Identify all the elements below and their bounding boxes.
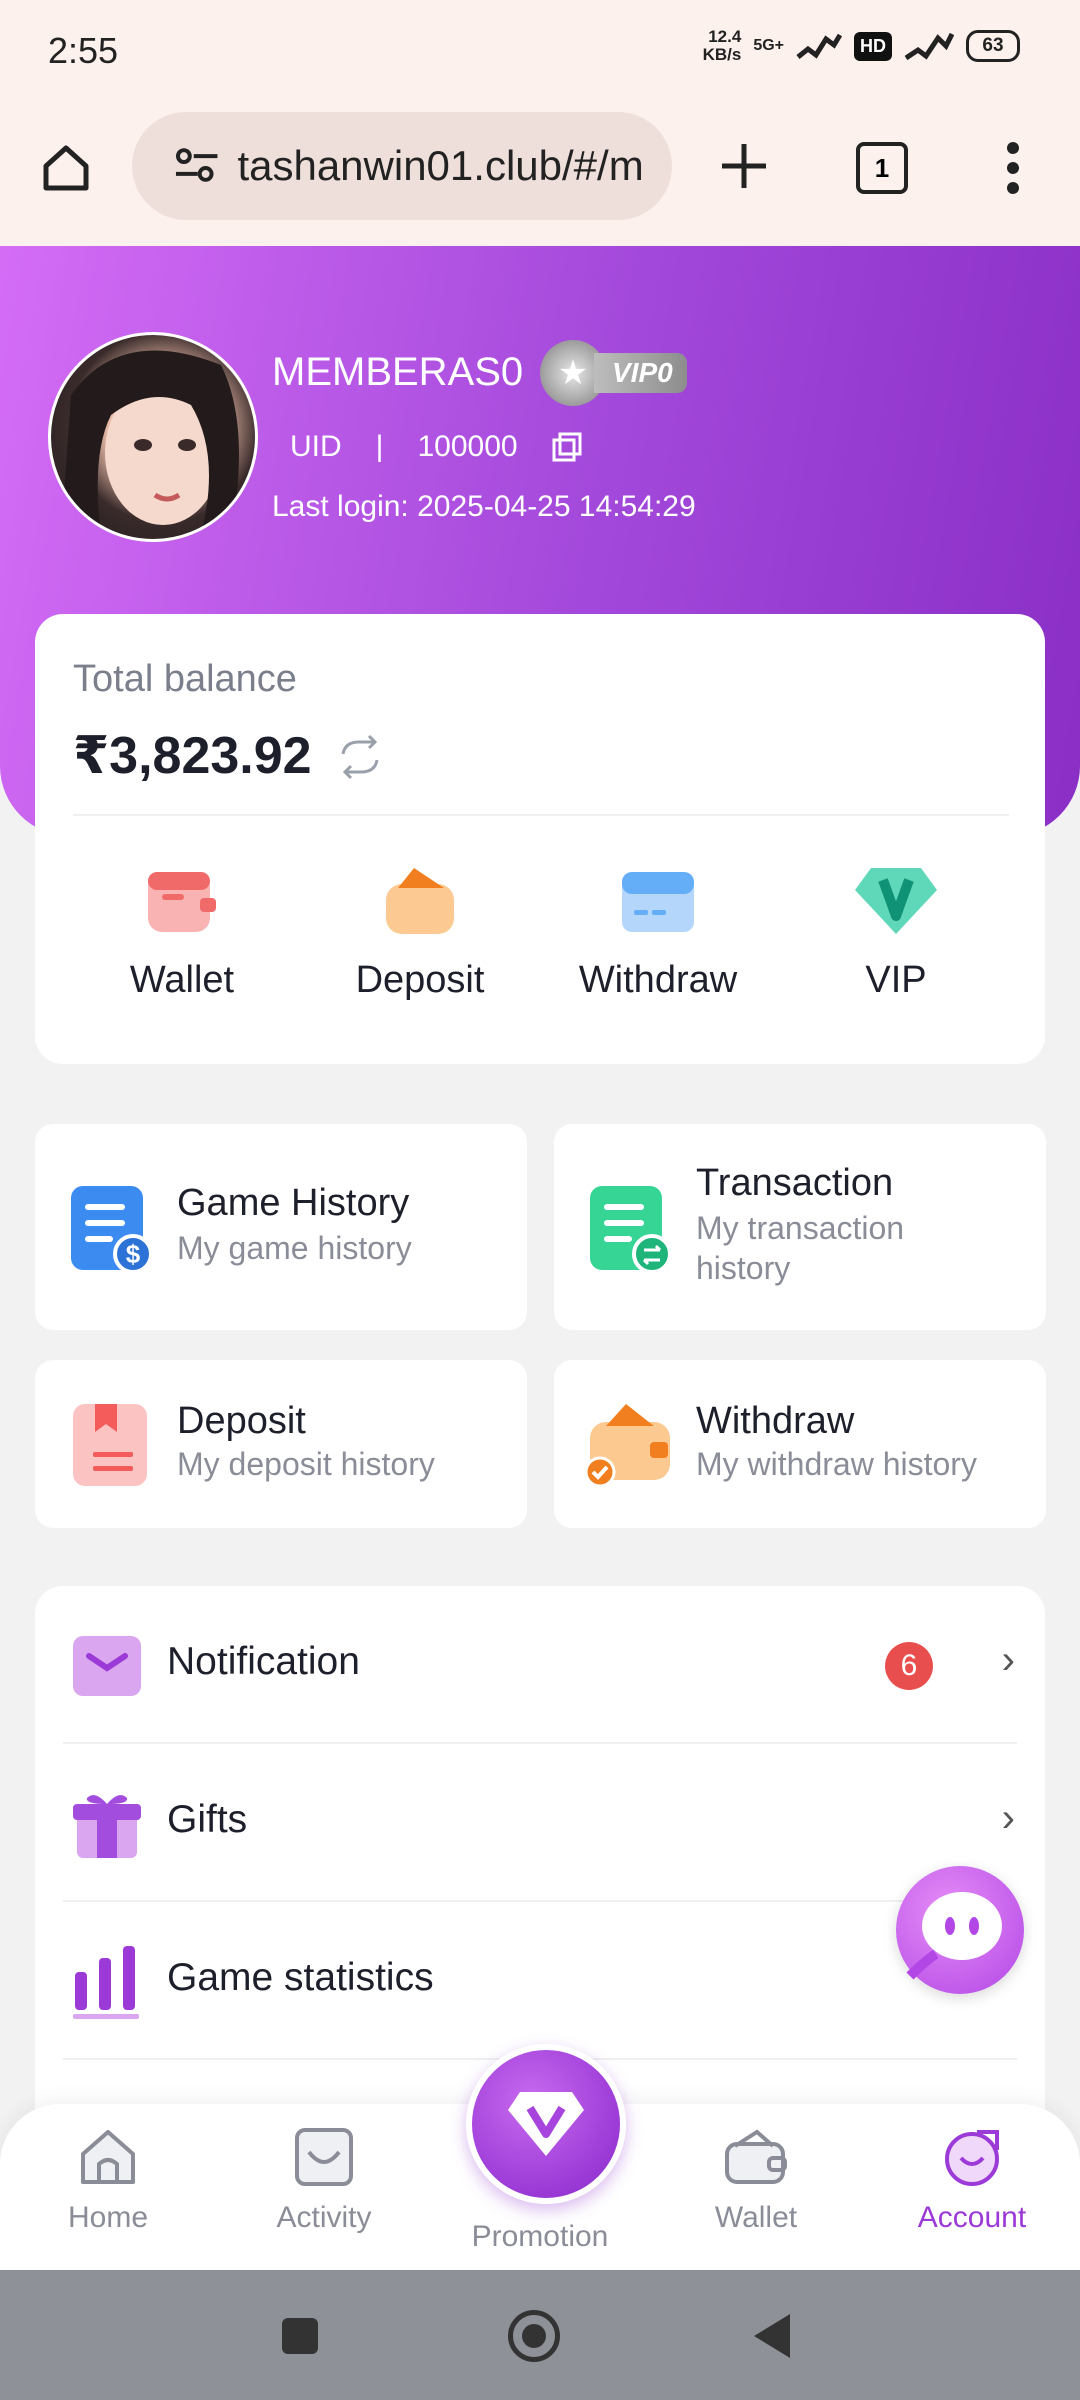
network-type: 5G+ — [753, 37, 784, 54]
game-history-card[interactable]: $ Game History My game history — [35, 1124, 527, 1330]
nav-activity[interactable]: Activity — [224, 2126, 424, 2235]
nav-account[interactable]: Account — [872, 2126, 1072, 2235]
notification-badge: 6 — [885, 1642, 933, 1690]
nav-wallet-label: Wallet — [714, 2201, 798, 2234]
back-icon[interactable] — [752, 2312, 792, 2360]
withdraw-history-icon — [584, 1404, 670, 1488]
support-chat-button[interactable] — [896, 1866, 1024, 1994]
chevron-right-icon: › — [1001, 1638, 1015, 1682]
deposit-icon — [386, 868, 454, 934]
wallet-action[interactable]: Wallet — [82, 864, 282, 1002]
transaction-subtitle: My transaction history — [696, 1210, 905, 1286]
balance-amount: ₹3,823.92 — [73, 727, 312, 785]
activity-icon — [295, 2128, 353, 2186]
nav-activity-label: Activity — [276, 2201, 372, 2234]
wallet-action-label: Wallet — [129, 959, 235, 1001]
uid-separator: | — [375, 430, 384, 463]
signal-icon — [796, 33, 842, 59]
tabs-icon[interactable]: 1 — [856, 142, 908, 194]
chat-icon — [906, 1892, 1002, 1980]
game-history-title: Game History — [177, 1182, 410, 1224]
bar-chart-icon — [73, 1946, 139, 2019]
withdraw-history-card[interactable]: Withdraw My withdraw history — [554, 1360, 1046, 1528]
wallet-icon — [725, 2129, 787, 2184]
nav-home-label: Home — [67, 2201, 149, 2234]
network-speed: 12.4 KB/s — [702, 27, 742, 64]
more-icon[interactable] — [1000, 140, 1026, 196]
vip-icon — [855, 868, 937, 934]
uid-row: UID | 100000 — [290, 430, 582, 464]
refresh-icon[interactable] — [335, 732, 385, 782]
menu-item-gifts[interactable]: Gifts › — [35, 1744, 1045, 1902]
plus-icon[interactable] — [718, 140, 770, 192]
battery-icon: 63 — [966, 30, 1020, 62]
home-icon[interactable] — [38, 140, 94, 196]
account-icon — [945, 2130, 999, 2186]
notification-label: Notification — [167, 1640, 360, 1683]
nav-account-label: Account — [917, 2201, 1027, 2234]
username: MEMBERAS0 — [272, 350, 524, 394]
withdraw-action-label: Withdraw — [578, 959, 738, 1001]
url-text[interactable]: tashanwin01.club/#/m — [237, 142, 672, 190]
deposit-history-card[interactable]: Deposit My deposit history — [35, 1360, 527, 1528]
vip-action[interactable]: VIP — [796, 864, 996, 1002]
signal-bars-icon — [904, 32, 954, 61]
deposit-action-label: Deposit — [355, 959, 485, 1001]
uid-value: 100000 — [417, 430, 518, 463]
nav-home[interactable]: Home — [8, 2126, 208, 2235]
status-bar: 2:55 12.4 KB/s 5G+ HD 63 — [0, 0, 1080, 100]
status-indicators: 12.4 KB/s 5G+ HD 63 — [703, 28, 1020, 64]
avatar[interactable] — [48, 332, 258, 542]
divider — [73, 814, 1009, 816]
game-history-subtitle: My game history — [177, 1230, 412, 1266]
uid-label: UID — [290, 430, 342, 463]
transaction-icon — [590, 1186, 672, 1274]
withdraw-icon — [622, 872, 694, 932]
vip-action-label: VIP — [865, 959, 927, 1001]
deposit-history-subtitle: My deposit history — [177, 1446, 435, 1482]
gift-icon — [73, 1795, 141, 1858]
nav-promotion[interactable]: Promotion — [440, 2212, 640, 2254]
withdraw-history-subtitle: My withdraw history — [696, 1446, 977, 1482]
nav-wallet[interactable]: Wallet — [656, 2126, 856, 2235]
system-navigation-bar — [0, 2270, 1080, 2400]
balance-label: Total balance — [73, 658, 297, 700]
transaction-card[interactable]: Transaction My transaction history — [554, 1124, 1046, 1330]
menu-item-game-statistics[interactable]: Game statistics — [35, 1902, 1045, 2060]
withdraw-action[interactable]: Withdraw — [558, 864, 758, 1002]
last-login: Last login: 2025-04-25 14:54:29 — [272, 490, 696, 523]
home-circle-icon[interactable] — [508, 2310, 560, 2362]
vip-level: VIP0 — [594, 353, 687, 393]
address-bar[interactable]: tashanwin01.club/#/m — [132, 112, 672, 220]
promotion-button[interactable] — [466, 2044, 626, 2204]
hd-icon: HD — [854, 31, 892, 61]
nav-promotion-label: Promotion — [471, 2220, 609, 2253]
deposit-history-icon — [73, 1404, 147, 1486]
site-settings-icon[interactable] — [174, 146, 219, 186]
gifts-label: Gifts — [167, 1798, 248, 1841]
withdraw-history-title: Withdraw — [696, 1400, 855, 1442]
game-statistics-label: Game statistics — [167, 1956, 434, 1999]
deposit-history-title: Deposit — [177, 1400, 306, 1442]
diamond-icon — [508, 2092, 584, 2156]
menu-item-notification[interactable]: Notification 6 › — [35, 1586, 1045, 1744]
recents-icon[interactable] — [282, 2318, 318, 2354]
copy-icon[interactable] — [552, 432, 582, 462]
mail-icon — [73, 1636, 141, 1696]
transaction-title: Transaction — [696, 1162, 894, 1204]
deposit-action[interactable]: Deposit — [320, 864, 520, 1002]
svg-text:$: $ — [126, 1239, 141, 1269]
chevron-right-icon: › — [1001, 1796, 1015, 1840]
avatar-portrait-icon — [61, 350, 239, 535]
wallet-icon — [148, 872, 216, 932]
vip-badge: ★ VIP0 — [540, 340, 687, 406]
status-time: 2:55 — [48, 30, 119, 71]
balance-card: Total balance ₹3,823.92 Wallet Deposit W… — [35, 614, 1045, 1064]
game-history-icon: $ — [71, 1186, 153, 1274]
home-icon — [81, 2130, 135, 2184]
